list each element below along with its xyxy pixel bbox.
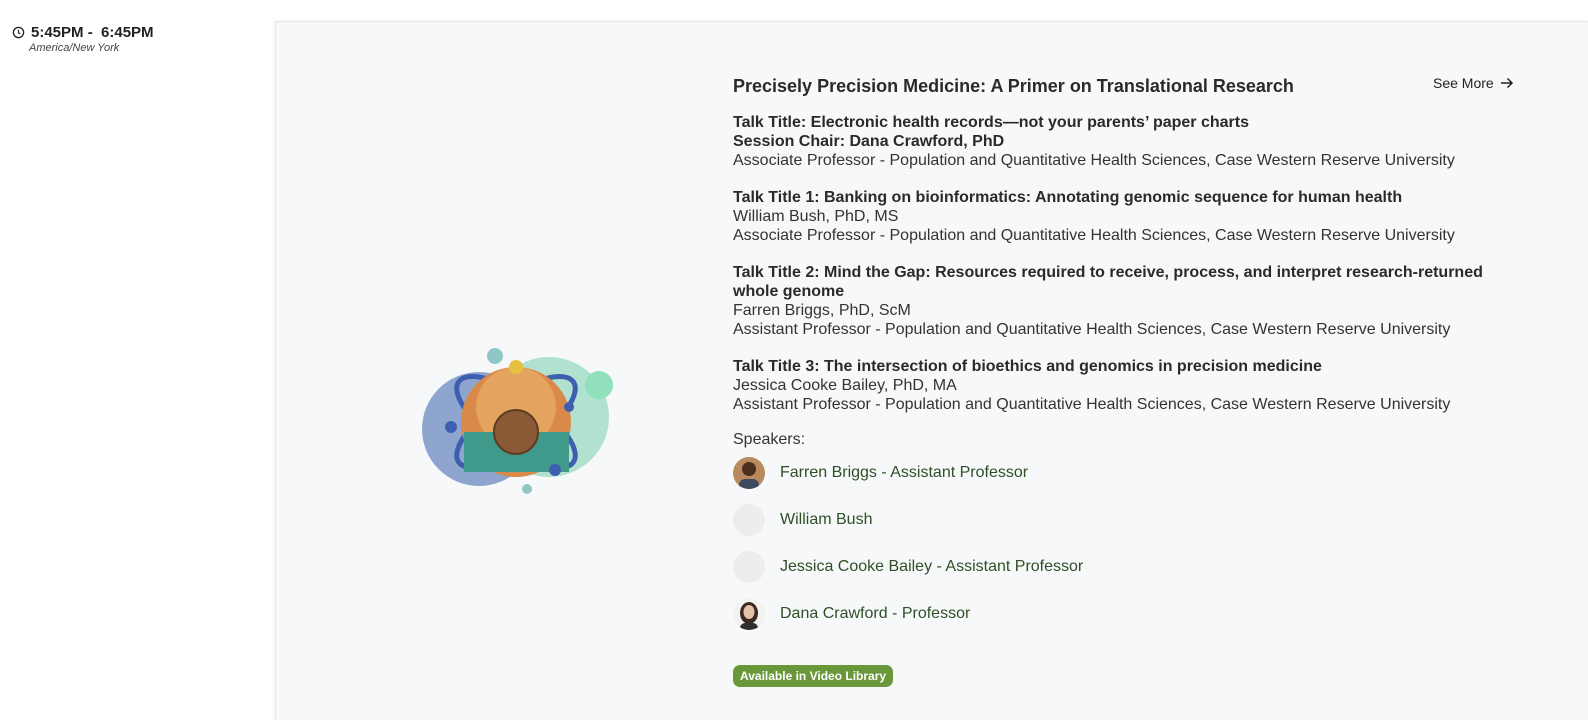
session-card: See More Precisely Precision Medicine: A…: [275, 21, 1588, 720]
video-library-badge: Available in Video Library: [733, 665, 894, 687]
talk-affiliation: Assistant Professor - Population and Qua…: [733, 321, 1451, 338]
talk-title: Talk Title 1: Banking on bioinformatics:…: [733, 189, 1403, 206]
speaker-item[interactable]: Dana Crawford - Professor: [733, 598, 1503, 630]
talk-title: Talk Title: Electronic health records—no…: [733, 114, 1249, 131]
talk-block: Talk Title: Electronic health records—no…: [733, 113, 1503, 170]
talk-speaker: Jessica Cooke Bailey, PhD, MA: [733, 377, 957, 394]
talk-affiliation: Associate Professor - Population and Qua…: [733, 152, 1455, 169]
speaker-name: William Bush: [780, 511, 873, 528]
talk-block: Talk Title 1: Banking on bioinformatics:…: [733, 188, 1503, 245]
talk-title: Talk Title 2: Mind the Gap: Resources re…: [733, 264, 1483, 300]
talk-block: Talk Title 3: The intersection of bioeth…: [733, 357, 1503, 414]
speaker-item[interactable]: Jessica Cooke Bailey - Assistant Profess…: [733, 551, 1503, 583]
talk-speaker: William Bush, PhD, MS: [733, 208, 899, 225]
speaker-item[interactable]: Farren Briggs - Assistant Professor: [733, 457, 1503, 489]
speaker-avatar: [733, 551, 765, 583]
speaker-avatar: [733, 504, 765, 536]
session-artwork: [422, 348, 613, 494]
speaker-name: Farren Briggs - Assistant Professor: [780, 464, 1029, 481]
session-details: Precisely Precision Medicine: A Primer o…: [733, 75, 1503, 687]
talk-title: Talk Title 3: The intersection of bioeth…: [733, 358, 1322, 375]
clock-icon: [12, 26, 25, 39]
talk-block: Talk Title 2: Mind the Gap: Resources re…: [733, 263, 1503, 339]
speaker-name: Dana Crawford - Professor: [780, 605, 971, 622]
talk-affiliation: Associate Professor - Population and Qua…: [733, 227, 1455, 244]
speakers-heading: Speakers:: [733, 431, 806, 448]
speaker-name: Jessica Cooke Bailey - Assistant Profess…: [780, 558, 1084, 575]
timezone: America/New York: [29, 42, 120, 54]
speaker-avatar: [733, 598, 765, 630]
speaker-item[interactable]: William Bush: [733, 504, 1503, 536]
talk-affiliation: Assistant Professor - Population and Qua…: [733, 396, 1451, 413]
session-time: 5:45PM - 6:45PM America/New York: [12, 24, 154, 54]
session-chair: Session Chair: Dana Crawford, PhD: [733, 133, 1005, 150]
speaker-avatar: [733, 457, 765, 489]
talk-speaker: Farren Briggs, PhD, ScM: [733, 302, 911, 319]
time-range: 5:45PM - 6:45PM: [31, 24, 154, 41]
session-title: Precisely Precision Medicine: A Primer o…: [733, 76, 1294, 96]
